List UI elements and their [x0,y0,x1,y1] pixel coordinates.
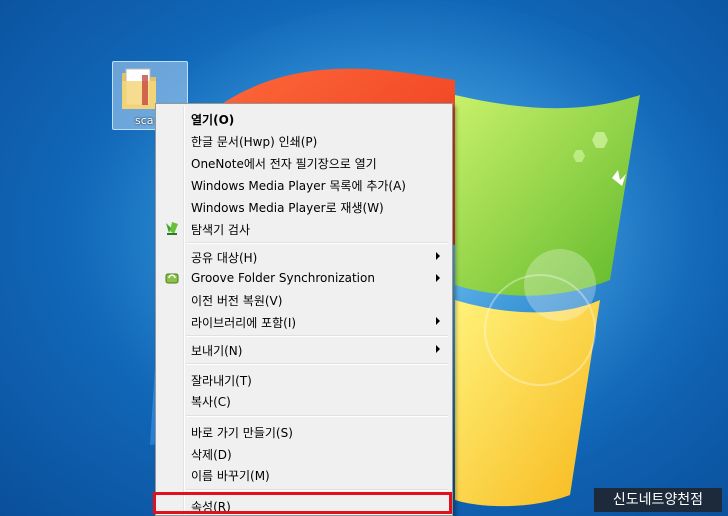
properties-highlight-box [153,492,452,514]
menu-item-label: Windows Media Player로 재생(W) [191,201,384,215]
menu-item-label: 잘라내기(T) [191,374,252,388]
menu-item-copy[interactable]: 복사(C) [158,389,450,411]
menu-separator [186,363,448,365]
groove-icon [165,273,179,284]
menu-item-wmp-add[interactable]: Windows Media Player 목록에 추가(A) [158,173,450,195]
menu-item-label: 라이브러리에 포함(I) [191,316,297,330]
watermark: 신도네트양천점 [594,488,722,512]
folder-label: sca [135,114,154,127]
menu-separator [186,335,448,337]
menu-item-label: Windows Media Player 목록에 추가(A) [191,179,406,193]
menu-item-label: 이름 바꾸기(M) [191,469,270,483]
menu-item-label: Groove Folder Synchronization [191,271,375,285]
context-menu: 열기(O) 한글 문서(Hwp) 인쇄(P) OneNote에서 전자 필기장으… [155,103,453,516]
menu-item-rename[interactable]: 이름 바꾸기(M) [158,463,450,485]
menu-separator [186,489,448,491]
menu-item-share-with[interactable]: 공유 대상(H) [158,245,450,267]
menu-item-label: 공유 대상(H) [191,251,258,265]
menu-item-create-shortcut[interactable]: 바로 가기 만들기(S) [158,420,450,442]
submenu-arrow-icon [436,317,440,325]
menu-separator [186,415,448,417]
menu-item-label: 한글 문서(Hwp) 인쇄(P) [191,135,318,149]
menu-item-wmp-play[interactable]: Windows Media Player로 재생(W) [158,195,450,217]
menu-item-onenote-open[interactable]: OneNote에서 전자 필기장으로 열기 [158,151,450,173]
menu-item-label: 탐색기 검사 [191,223,251,237]
menu-item-label: 바로 가기 만들기(S) [191,426,293,440]
submenu-arrow-icon [436,274,440,282]
menu-item-cut[interactable]: 잘라내기(T) [158,368,450,390]
scan-icon [166,222,178,235]
menu-item-label: 복사(C) [191,395,231,409]
menu-item-label: 보내기(N) [191,344,243,358]
menu-item-send-to[interactable]: 보내기(N) [158,338,450,360]
menu-item-groove-sync[interactable]: Groove Folder Synchronization [158,267,450,289]
menu-item-delete[interactable]: 삭제(D) [158,442,450,464]
folder-icon [122,68,156,109]
menu-item-restore-previous[interactable]: 이전 버전 복원(V) [158,288,450,310]
submenu-arrow-icon [436,252,440,260]
menu-item-hwp-print[interactable]: 한글 문서(Hwp) 인쇄(P) [158,129,450,151]
menu-item-label: 이전 버전 복원(V) [191,294,283,308]
menu-item-include-library[interactable]: 라이브러리에 포함(I) [158,310,450,332]
menu-separator [186,242,448,244]
menu-item-label: OneNote에서 전자 필기장으로 열기 [191,157,377,171]
menu-item-explorer-scan[interactable]: 탐색기 검사 [158,217,450,239]
submenu-arrow-icon [436,345,440,353]
menu-item-label: 삭제(D) [191,448,232,462]
menu-item-label: 열기(O) [191,113,235,127]
menu-item-open[interactable]: 열기(O) [158,107,450,129]
